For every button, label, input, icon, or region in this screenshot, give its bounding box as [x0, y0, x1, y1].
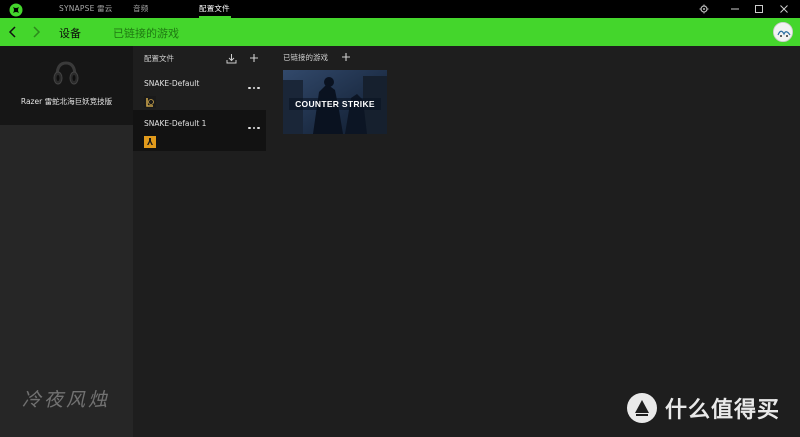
section-subtitle[interactable]: 已链接的游戏: [113, 25, 179, 41]
section-bar: 设备 已链接的游戏: [0, 18, 800, 46]
forward-arrow-icon[interactable]: [29, 24, 43, 40]
profile-name: SNAKE-Default 1: [144, 119, 207, 128]
razer-logo-icon: [9, 2, 23, 17]
profile-more-icon[interactable]: [247, 124, 261, 132]
linked-games-column: 已链接的游戏 COUNTER STRIKE: [266, 46, 800, 437]
section-title[interactable]: 设备: [59, 25, 81, 41]
game-tile-counter-strike[interactable]: COUNTER STRIKE: [283, 70, 387, 134]
profiles-column: 配置文件 SNAKE-Default SNAKE-Default 1: [133, 46, 266, 437]
device-panel: Razer 雷蛇北海巨妖竞技版: [0, 46, 133, 437]
close-icon[interactable]: [777, 2, 791, 16]
maximize-icon[interactable]: [752, 2, 766, 16]
device-card[interactable]: Razer 雷蛇北海巨妖竞技版: [0, 46, 133, 125]
profile-item-selected[interactable]: SNAKE-Default 1: [133, 110, 266, 151]
device-name: Razer 雷蛇北海巨妖竞技版: [20, 97, 113, 106]
tab-profiles[interactable]: 配置文件: [199, 3, 230, 14]
league-of-legends-icon: [144, 93, 156, 108]
game-title: COUNTER STRIKE: [295, 99, 375, 109]
minimize-icon[interactable]: [728, 2, 742, 16]
smzdm-logo-icon: [627, 393, 657, 423]
settings-gear-icon[interactable]: [697, 2, 711, 16]
profile-name: SNAKE-Default: [144, 79, 200, 88]
import-profile-icon[interactable]: [224, 51, 238, 65]
tab-audio[interactable]: 音频: [133, 3, 148, 14]
add-profile-icon[interactable]: [247, 51, 261, 65]
counter-strike-icon: [144, 133, 156, 148]
back-arrow-icon[interactable]: [6, 24, 20, 40]
profiles-heading: 配置文件: [144, 54, 174, 63]
headset-icon: [51, 58, 81, 88]
profile-more-icon[interactable]: [247, 84, 261, 92]
watermark-right: 什么值得买: [627, 393, 780, 423]
profile-item[interactable]: SNAKE-Default: [133, 70, 266, 111]
watermark-text-left: 冷夜风烛: [22, 389, 111, 411]
add-game-icon[interactable]: [339, 50, 353, 64]
watermark-text-right: 什么值得买: [665, 398, 781, 423]
user-avatar[interactable]: [773, 22, 793, 42]
title-bar: SYNAPSE 雷云 音频 配置文件: [0, 0, 800, 18]
tab-synapse[interactable]: SYNAPSE 雷云: [59, 3, 113, 14]
linked-games-heading: 已链接的游戏: [283, 53, 328, 62]
